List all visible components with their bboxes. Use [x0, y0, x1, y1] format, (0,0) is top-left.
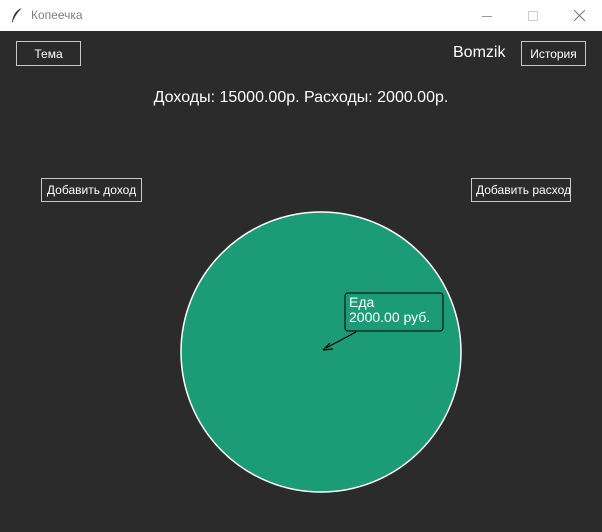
pie-slice[interactable] [180, 211, 462, 493]
app-window: Копеечка Тема Bomzik История Доходы: 150… [0, 0, 602, 532]
expense-pie-chart [180, 211, 462, 493]
slice-category: Еда [349, 294, 375, 310]
slice-value: 2000.00 руб. [349, 309, 431, 325]
slice-label: Еда 2000.00 руб. [349, 295, 430, 325]
